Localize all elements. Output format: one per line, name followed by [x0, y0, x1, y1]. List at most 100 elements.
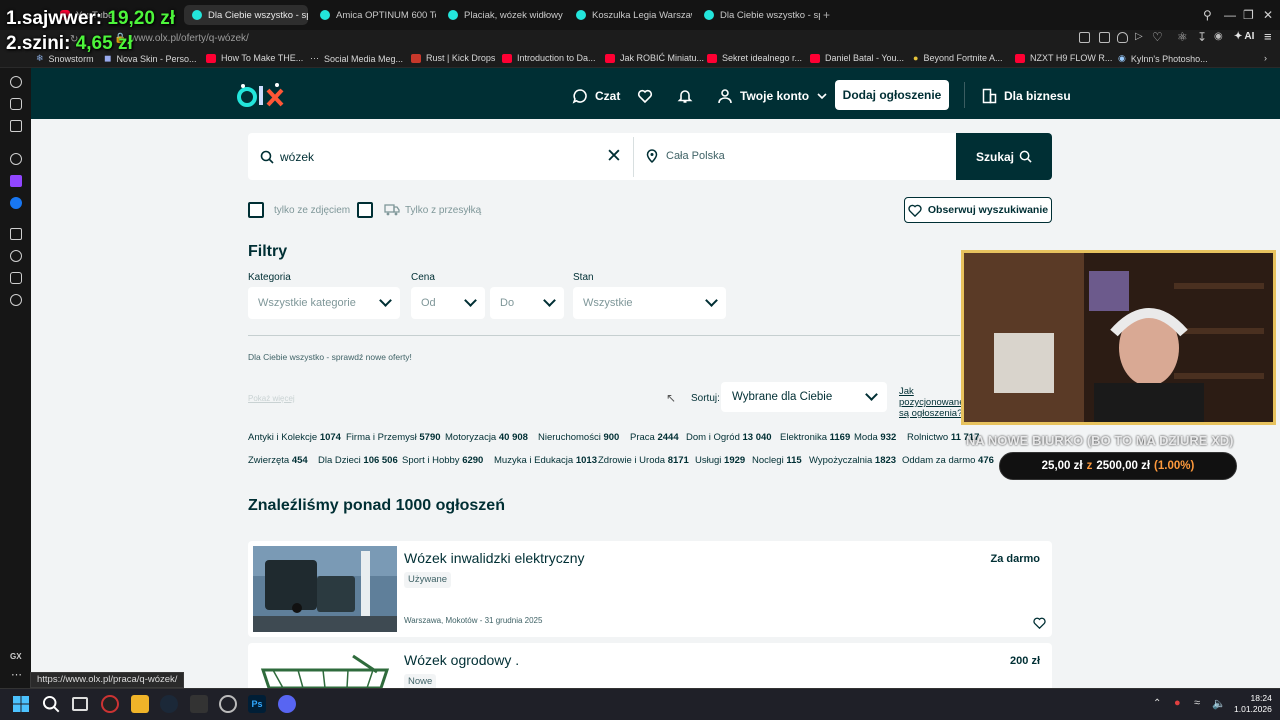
price-to-select[interactable]: Do — [490, 287, 564, 319]
close-window-button[interactable]: ✕ — [1263, 9, 1273, 21]
category-link[interactable]: Muzyka i Edukacja 1013 — [494, 455, 597, 466]
bookmark-item[interactable]: ⋯ Social Media Meg... — [310, 53, 403, 64]
photo-only-checkbox[interactable] — [248, 202, 264, 218]
photoshop-icon[interactable]: Ps — [248, 695, 266, 713]
category-link[interactable]: Usługi 1929 — [695, 455, 745, 466]
download-icon[interactable]: ↧ — [1197, 30, 1207, 44]
bookmark-item[interactable]: ◉ Kylnn's Photosho... — [1118, 53, 1208, 64]
category-link[interactable]: Oddam za darmo 476 — [902, 455, 994, 466]
listing-card[interactable]: Wózek inwalidzki elektryczny Używane Za … — [248, 541, 1052, 637]
app-icon[interactable] — [190, 695, 208, 713]
positioning-info-link[interactable]: Jak pozycjonowane są ogłoszenia? — [899, 386, 969, 419]
listing-title[interactable]: Wózek ogrodowy . — [404, 652, 519, 668]
sidebar-tool-icon[interactable] — [10, 228, 22, 240]
heart-bookmark-icon[interactable]: ♡ — [1152, 30, 1163, 44]
category-link[interactable]: Dom i Ogród 13 040 — [686, 432, 772, 443]
category-link[interactable]: Sport i Hobby 6290 — [402, 455, 483, 466]
category-link[interactable]: Praca 2444 — [630, 432, 679, 443]
task-view-icon[interactable] — [72, 697, 88, 711]
business-link[interactable]: Dla biznesu — [982, 88, 1071, 104]
new-tab-button[interactable]: + — [823, 9, 830, 21]
tab-olx-2[interactable]: Dla Ciebie wszystko - spra — [696, 5, 820, 25]
minimize-button[interactable]: — — [1224, 9, 1236, 21]
category-select[interactable]: Wszystkie kategorie — [248, 287, 400, 319]
tab-koszulka[interactable]: Koszulka Legia Warszawa — [568, 5, 692, 25]
favorite-heart-icon[interactable] — [1033, 617, 1046, 629]
location-input[interactable]: Cała Polska — [666, 150, 725, 162]
camera-icon[interactable]: ◉ — [1214, 31, 1223, 42]
category-link[interactable]: Nieruchomości 900 — [538, 432, 619, 443]
more-bookmarks-icon[interactable]: › — [1264, 53, 1267, 63]
microphone-icon[interactable]: ● — [1174, 697, 1181, 709]
category-link[interactable]: Dla Dzieci 106 506 — [318, 455, 398, 466]
category-link[interactable]: Wypożyczalnia 1823 — [809, 455, 896, 466]
bookmark-item[interactable]: NZXT H9 FLOW R... — [1015, 53, 1112, 63]
category-link[interactable]: Zdrowie i Uroda 8171 — [598, 455, 689, 466]
sidebar-hand2-icon[interactable] — [10, 272, 22, 284]
obs-icon[interactable] — [219, 695, 237, 713]
bookmark-item[interactable]: Daniel Batal - You... — [810, 53, 904, 63]
steam-icon[interactable] — [160, 695, 178, 713]
category-link[interactable]: Elektronika 1169 — [780, 432, 850, 443]
file-explorer-icon[interactable] — [131, 695, 149, 713]
listing-card[interactable]: Wózek ogrodowy . Nowe 200 zł — [248, 643, 1052, 688]
tab-olx-active[interactable]: Dla Ciebie wszystko - spra — [184, 5, 308, 25]
opera-gx-icon[interactable] — [101, 695, 119, 713]
category-link[interactable]: Noclegi 115 — [752, 455, 802, 466]
sidebar-gx-icon[interactable] — [10, 76, 22, 88]
taskbar-clock[interactable]: 18:24 1.01.2026 — [1234, 693, 1272, 715]
category-link[interactable]: Motoryzacja 40 908 — [445, 432, 528, 443]
search-input[interactable]: wózek — [280, 150, 314, 164]
settings-icon[interactable] — [10, 294, 22, 306]
menu-icon[interactable]: ≡ — [1264, 29, 1272, 44]
bookmark-item[interactable]: Introduction to Da... — [502, 53, 596, 63]
maximize-button[interactable]: ❐ — [1243, 9, 1254, 21]
add-ad-button[interactable]: Dodaj ogłoszenie — [835, 80, 949, 110]
olx-logo[interactable] — [237, 82, 287, 110]
search-tabs-icon[interactable]: ⚲ — [1203, 9, 1212, 21]
url-field[interactable]: www.olx.pl/oferty/q-wózek/ — [131, 33, 249, 44]
account-menu[interactable]: Twoje konto — [717, 88, 828, 104]
twitch-icon[interactable] — [10, 175, 22, 187]
observe-search-button[interactable]: Obserwuj wyszukiwanie — [904, 197, 1052, 223]
clear-search-icon[interactable]: ✕ — [606, 147, 622, 166]
bookmark-item[interactable]: ● Beyond Fortnite A... — [913, 53, 1002, 63]
tab-placiak[interactable]: Placiak, wózek widłowy P — [440, 5, 564, 25]
sidebar-clock-icon[interactable] — [10, 250, 22, 262]
price-from-select[interactable]: Od — [411, 287, 485, 319]
play-icon[interactable]: ▷ — [1135, 31, 1143, 42]
category-link[interactable]: Zwierzęta 454 — [248, 455, 308, 466]
bookmark-item[interactable]: Rust | Kick Drops — [411, 53, 495, 63]
state-select[interactable]: Wszystkie — [573, 287, 726, 319]
shield-icon[interactable] — [1117, 32, 1128, 43]
bookmark-item[interactable]: Jak ROBIĆ Miniatu... — [605, 53, 704, 63]
vpn-icon[interactable]: ⚛ — [1177, 30, 1188, 44]
volume-icon[interactable]: 🔈 — [1212, 697, 1226, 710]
show-more-link[interactable]: Pokaż więcej — [248, 394, 295, 403]
chevron-up-icon[interactable]: ⌃ — [1153, 698, 1161, 709]
bookmark-item[interactable]: How To Make THE... — [206, 53, 303, 63]
ai-button[interactable]: ✦ AI — [1234, 31, 1254, 42]
listing-title[interactable]: Wózek inwalidzki elektryczny — [404, 550, 585, 566]
shipping-only-checkbox[interactable] — [357, 202, 373, 218]
category-link[interactable]: Antyki i Kolekcje 1074 — [248, 432, 341, 443]
search-button[interactable]: Szukaj — [956, 133, 1052, 180]
sidebar-hand-icon[interactable] — [10, 98, 22, 110]
more-options-icon[interactable]: ⋯ — [11, 668, 22, 681]
search-icon[interactable] — [42, 695, 60, 713]
messenger-icon[interactable] — [10, 197, 22, 209]
openai-icon[interactable] — [10, 153, 22, 165]
favorites-link[interactable] — [637, 88, 653, 104]
notifications-link[interactable] — [677, 88, 693, 104]
screenshot-icon[interactable] — [1099, 32, 1110, 43]
chat-link[interactable]: Czat — [572, 88, 620, 104]
category-link[interactable]: Firma i Przemysł 5790 — [346, 432, 441, 443]
tab-amica[interactable]: Amica OPTINUM 600 Torr — [312, 5, 436, 25]
gx-label[interactable]: GX — [10, 652, 22, 661]
wifi-icon[interactable]: ≈ — [1194, 697, 1200, 709]
discord-icon[interactable] — [278, 695, 296, 713]
extension-icon[interactable] — [1079, 32, 1090, 43]
bookmark-item[interactable]: Sekret idealnego r... — [707, 53, 802, 63]
category-link[interactable]: Moda 932 — [854, 432, 896, 443]
windows-start-icon[interactable] — [12, 695, 30, 713]
